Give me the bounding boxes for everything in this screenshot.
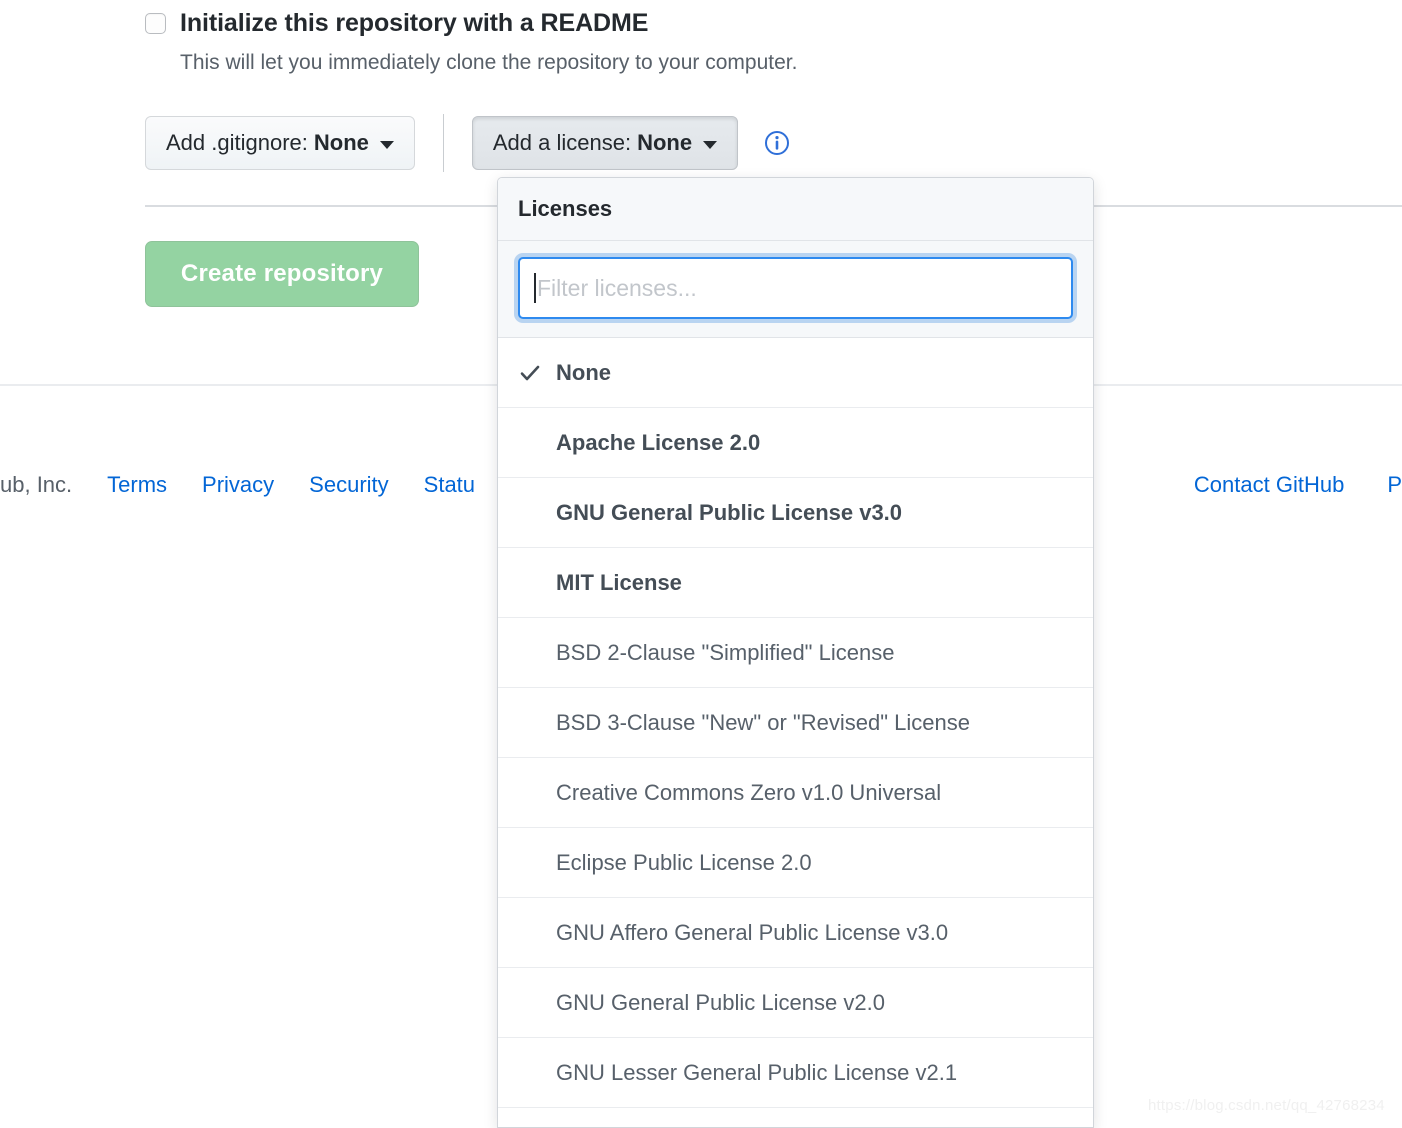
license-filter-placeholder: Filter licenses...: [537, 274, 697, 301]
text-cursor: [534, 273, 536, 303]
license-list-item-label: BSD 2-Clause "Simplified" License: [556, 639, 895, 665]
add-gitignore-button[interactable]: Add .gitignore: None: [145, 116, 415, 170]
license-filter-wrapper: Filter licenses...: [498, 241, 1093, 338]
license-filter-input[interactable]: Filter licenses...: [518, 257, 1073, 319]
footer-link-pricing[interactable]: P: [1387, 472, 1402, 498]
license-list-item-label: GNU General Public License v2.0: [556, 989, 885, 1015]
page-root: Initialize this repository with a README…: [0, 0, 1402, 1128]
initialize-readme-text: Initialize this repository with a README…: [180, 8, 797, 76]
license-list: None Apache License 2.0 GNU General Public…: [498, 338, 1093, 1108]
footer-link-privacy[interactable]: Privacy: [202, 472, 274, 498]
license-list-item-label: MIT License: [556, 569, 682, 595]
footer-link-terms[interactable]: Terms: [107, 472, 167, 498]
info-icon[interactable]: [764, 130, 790, 156]
add-license-value: None: [637, 130, 693, 155]
footer-link-contact-github[interactable]: Contact GitHub: [1194, 472, 1344, 498]
license-list-item[interactable]: GNU General Public License v3.0: [498, 478, 1093, 548]
license-list-item[interactable]: GNU Affero General Public License v3.0: [498, 898, 1093, 968]
footer-link-status[interactable]: Statu: [424, 472, 475, 498]
license-list-item[interactable]: Eclipse Public License 2.0: [498, 828, 1093, 898]
options-divider: [442, 114, 444, 172]
license-list-item[interactable]: None: [498, 338, 1093, 408]
license-list-item[interactable]: BSD 2-Clause "Simplified" License: [498, 618, 1093, 688]
license-list-item[interactable]: Creative Commons Zero v1.0 Universal: [498, 758, 1093, 828]
initialize-readme-checkbox[interactable]: [145, 13, 166, 34]
add-gitignore-value: None: [313, 130, 369, 155]
license-list-item[interactable]: BSD 3-Clause "New" or "Revised" License: [498, 688, 1093, 758]
license-dropdown-title: Licenses: [498, 178, 1093, 241]
initialize-readme-row: Initialize this repository with a README…: [145, 8, 797, 76]
license-list-item-label: GNU Affero General Public License v3.0: [556, 919, 949, 945]
initialize-readme-label: Initialize this repository with a README: [180, 9, 649, 37]
chevron-down-icon: [379, 140, 394, 149]
add-license-prefix: Add a license:: [492, 130, 632, 155]
check-icon: [518, 361, 556, 385]
watermark: https://blog.csdn.net/qq_42768234: [1148, 1097, 1385, 1114]
license-list-item-label: Eclipse Public License 2.0: [556, 849, 812, 875]
license-list-item-label: Apache License 2.0: [556, 429, 761, 455]
chevron-down-icon: [703, 140, 718, 149]
repo-options-row: Add .gitignore: None Add a license: None: [145, 114, 790, 172]
initialize-readme-description: This will let you immediately clone the …: [180, 50, 798, 74]
add-license-button[interactable]: Add a license: None: [471, 116, 739, 170]
footer-left-links: ub, Inc. Terms Privacy Security Statu: [0, 472, 510, 498]
license-dropdown-panel: Licenses Filter licenses... None Apache L…: [497, 177, 1094, 1128]
license-list-item[interactable]: GNU Lesser General Public License v2.1: [498, 1038, 1093, 1108]
license-list-item-label: GNU Lesser General Public License v2.1: [556, 1059, 958, 1085]
license-list-item-label: GNU General Public License v3.0: [556, 499, 903, 525]
add-gitignore-prefix: Add .gitignore:: [166, 130, 308, 155]
license-list-item[interactable]: GNU General Public License v2.0: [498, 968, 1093, 1038]
license-list-item-label: None: [556, 359, 611, 385]
footer-right-links: Contact GitHub P: [1151, 472, 1402, 498]
footer-link-security[interactable]: Security: [309, 472, 388, 498]
license-list-item[interactable]: Apache License 2.0: [498, 408, 1093, 478]
license-list-item[interactable]: MIT License: [498, 548, 1093, 618]
create-repository-button[interactable]: Create repository: [145, 241, 419, 307]
license-list-item-label: BSD 3-Clause "New" or "Revised" License: [556, 709, 970, 735]
license-list-item-label: Creative Commons Zero v1.0 Universal: [556, 779, 942, 805]
footer-copyright: ub, Inc.: [0, 472, 73, 497]
